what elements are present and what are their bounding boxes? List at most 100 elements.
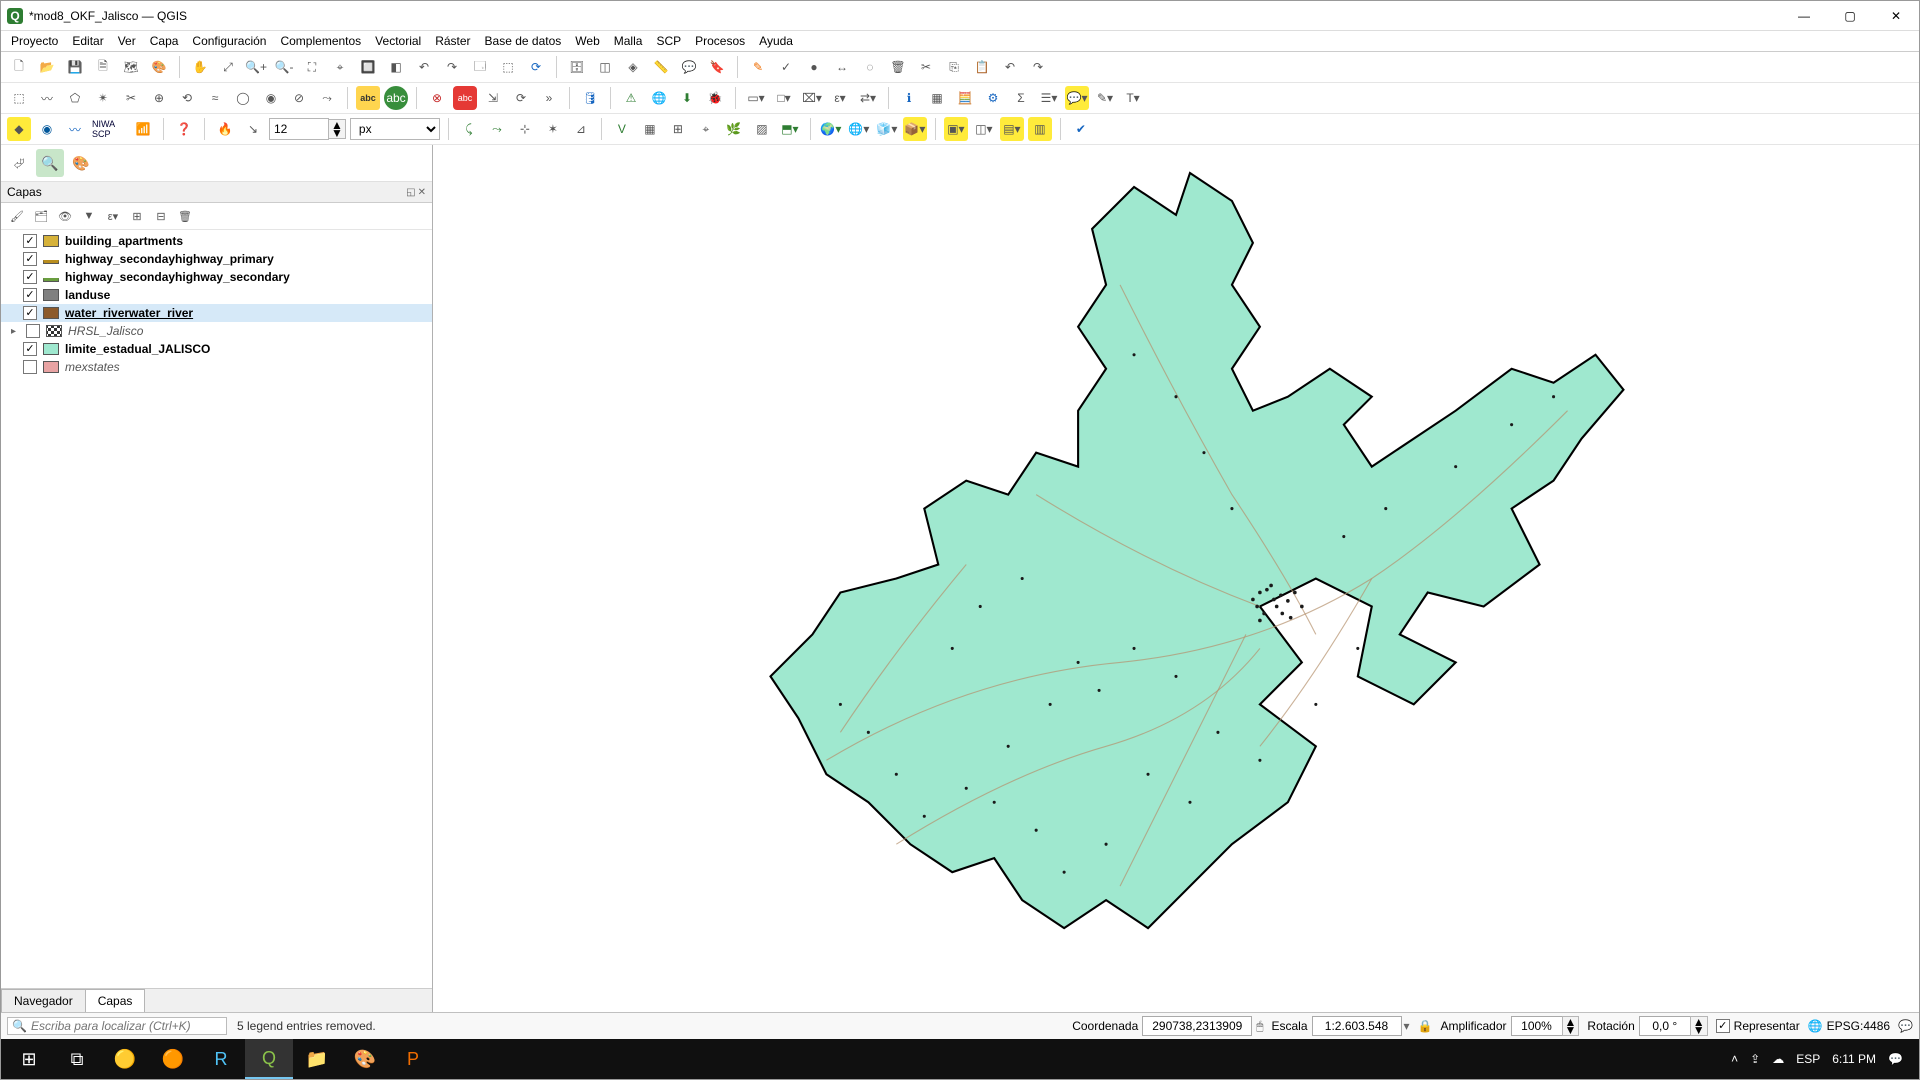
close-button[interactable]: ✕ <box>1873 1 1919 31</box>
move-feature-icon[interactable]: ↔ <box>830 55 854 79</box>
georeference-icon[interactable]: ⌖ <box>694 117 718 141</box>
menu-item[interactable]: Configuración <box>192 34 266 48</box>
rstudio-icon[interactable]: R <box>197 1039 245 1079</box>
annotation-icon[interactable]: ✎▾ <box>1093 86 1117 110</box>
messages-icon[interactable]: 💬 <box>1898 1019 1913 1033</box>
zoom-last-icon[interactable]: ↶ <box>412 55 436 79</box>
zoom-native-icon[interactable]: ⛶ <box>300 55 324 79</box>
simplify-icon[interactable]: ≈ <box>203 86 227 110</box>
label-move-icon[interactable]: ⇲ <box>481 86 505 110</box>
tile-d-icon[interactable]: ▥ <box>1028 117 1052 141</box>
bookmark-icon[interactable]: 🔖 <box>705 55 729 79</box>
gdal-icon[interactable]: ⬒▾ <box>778 117 802 141</box>
new-3d-view-icon[interactable]: ⬚ <box>496 55 520 79</box>
text-annotation-icon[interactable]: T▾ <box>1121 86 1145 110</box>
layer-visibility-checkbox[interactable] <box>23 360 37 374</box>
merge-icon[interactable]: ⊕ <box>147 86 171 110</box>
globe2-ico[interactable]: 🌐▾ <box>847 117 871 141</box>
menu-item[interactable]: Vectorial <box>375 34 421 48</box>
layer-visibility-checkbox[interactable] <box>23 342 37 356</box>
minimize-button[interactable]: — <box>1781 1 1827 31</box>
black-beetle-icon[interactable]: 🐞 <box>703 86 727 110</box>
label-abc-round-icon[interactable]: abc <box>384 86 408 110</box>
size-input[interactable] <box>269 118 329 140</box>
undock-icon[interactable]: ◱ <box>406 187 415 198</box>
menu-item[interactable]: Complementos <box>280 34 361 48</box>
layer-row[interactable]: landuse <box>1 286 432 304</box>
show-hidden-icon[interactable]: ˄ <box>1731 1052 1738 1066</box>
raster-calc-icon[interactable]: ⊞ <box>666 117 690 141</box>
brave-icon[interactable]: 🟠 <box>149 1039 197 1079</box>
taskview-icon[interactable]: ⧉ <box>53 1039 101 1079</box>
plugin-d-icon[interactable]: 📶 <box>131 117 155 141</box>
map-canvas[interactable] <box>433 145 1919 1012</box>
qgis-taskbar-icon[interactable]: Q <box>245 1039 293 1079</box>
language-indicator[interactable]: ESP <box>1796 1052 1820 1066</box>
node-tool-icon[interactable]: ◌ <box>858 55 882 79</box>
measure-icon[interactable]: 📏 <box>649 55 673 79</box>
plugin-c-icon[interactable]: 〰 <box>63 117 87 141</box>
render-checkbox[interactable] <box>1716 1019 1730 1033</box>
lock-scale-icon[interactable]: 🔒 <box>1418 1019 1433 1033</box>
size-unit-select[interactable]: px <box>350 118 440 140</box>
pan-to-selection-icon[interactable]: ⤢ <box>216 55 240 79</box>
tile-a-icon[interactable]: ▣▾ <box>944 117 968 141</box>
undo-icon[interactable]: ↶ <box>998 55 1022 79</box>
label-rotate-icon[interactable]: ⟳ <box>509 86 533 110</box>
zoom-in-icon[interactable]: 🔍+ <box>244 55 268 79</box>
help-icon[interactable]: ❓ <box>172 117 196 141</box>
paint-icon[interactable]: 🎨 <box>341 1039 389 1079</box>
explorer-icon[interactable]: 📁 <box>293 1039 341 1079</box>
segment-icon[interactable]: ↘ <box>241 117 265 141</box>
collapse-all-icon[interactable]: ⊟ <box>151 206 171 226</box>
deselect-icon[interactable]: ⌧▾ <box>800 86 824 110</box>
pan-map-icon[interactable]: ✋ <box>188 55 212 79</box>
menu-item[interactable]: SCP <box>656 34 681 48</box>
zoom-selection-icon[interactable]: 🔲 <box>356 55 380 79</box>
data-source-icon[interactable]: 🗄 <box>565 55 589 79</box>
more-labels-icon[interactable]: » <box>537 86 561 110</box>
clock[interactable]: 6:11 PM <box>1832 1052 1876 1066</box>
select-invert-icon[interactable]: ⇄▾ <box>856 86 880 110</box>
label-tool-icon[interactable]: ⊗ <box>425 86 449 110</box>
database-icon[interactable]: 🛢 <box>578 86 602 110</box>
cad-icon[interactable]: ✶ <box>541 117 565 141</box>
style-dock-icon[interactable]: 🎨 <box>67 149 95 177</box>
pointer-icon[interactable]: ⮰ <box>5 149 33 177</box>
start-button[interactable]: ⊞ <box>5 1039 53 1079</box>
paste-features-icon[interactable]: 📋 <box>970 55 994 79</box>
layer-row[interactable]: HRSL_Jalisco <box>1 322 432 340</box>
add-feature-icon[interactable]: ● <box>802 55 826 79</box>
raster-align-icon[interactable]: ▦ <box>638 117 662 141</box>
fill-ring-icon[interactable]: ◉ <box>259 86 283 110</box>
manage-visibility-icon[interactable]: 👁 <box>55 206 75 226</box>
label-abc-icon[interactable]: abc <box>356 86 380 110</box>
layer-row[interactable]: highway_secondayhighway_primary <box>1 250 432 268</box>
save-edits-icon[interactable]: ✓ <box>774 55 798 79</box>
locator-input[interactable] <box>31 1019 222 1033</box>
chrome-icon[interactable]: 🟡 <box>101 1039 149 1079</box>
select-by-value-icon[interactable]: □▾ <box>772 86 796 110</box>
plugin-a-icon[interactable]: ◆ <box>7 117 31 141</box>
select-feature-icon[interactable]: ▭▾ <box>744 86 768 110</box>
label-pin-icon[interactable]: abc <box>453 86 477 110</box>
search-tool-icon[interactable]: 🔍 <box>36 149 64 177</box>
check-geom-icon[interactable]: ✔ <box>1069 117 1093 141</box>
scale-dropdown-icon[interactable]: ▾ <box>1404 1019 1410 1033</box>
tracing-icon[interactable]: ⤹ <box>457 117 481 141</box>
digitize-polygon-icon[interactable]: ⬠ <box>63 86 87 110</box>
statistics-icon[interactable]: Σ <box>1009 86 1033 110</box>
save-as-icon[interactable]: 🗎 <box>91 55 115 79</box>
powerpoint-icon[interactable]: P <box>389 1039 437 1079</box>
menu-item[interactable]: Web <box>575 34 599 48</box>
layer-row[interactable]: building_apartments <box>1 232 432 250</box>
menu-item[interactable]: Malla <box>614 34 643 48</box>
layer-row[interactable]: mexstates <box>1 358 432 376</box>
open-project-icon[interactable]: 📂 <box>35 55 59 79</box>
locator-box[interactable]: 🔍 <box>7 1017 227 1035</box>
box-ico[interactable]: 📦▾ <box>903 117 927 141</box>
tile-c-icon[interactable]: ▤▾ <box>1000 117 1024 141</box>
menu-item[interactable]: Editar <box>72 34 103 48</box>
metasearch-icon[interactable]: ⚠ <box>619 86 643 110</box>
map-tips-toggle-icon[interactable]: 💬▾ <box>1065 86 1089 110</box>
